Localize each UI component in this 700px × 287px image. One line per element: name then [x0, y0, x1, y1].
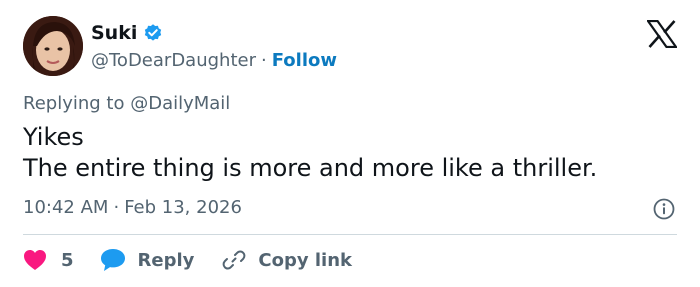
author-name-row: Suki — [91, 20, 163, 46]
divider — [23, 234, 677, 235]
like-count: 5 — [61, 249, 74, 271]
copy-link-label: Copy link — [258, 249, 352, 271]
timestamp-separator: · — [113, 197, 120, 218]
info-icon[interactable] — [653, 198, 675, 220]
copy-link-button[interactable]: Copy link — [222, 248, 352, 272]
tweet-date[interactable]: Feb 13, 2026 — [124, 197, 242, 218]
follow-button[interactable]: Follow — [272, 50, 337, 71]
reply-context: Replying to @DailyMail — [23, 93, 230, 114]
author-handle[interactable]: @ToDearDaughter — [91, 50, 256, 71]
author-handle-row: @ToDearDaughter · Follow — [91, 48, 337, 72]
like-button[interactable]: 5 — [23, 249, 74, 271]
reply-button[interactable]: Reply — [100, 248, 195, 272]
avatar[interactable] — [23, 16, 83, 76]
reply-label: Reply — [137, 249, 195, 271]
tweet-timestamp[interactable]: 10:42 AM · Feb 13, 2026 — [23, 197, 242, 218]
avatar-image — [23, 16, 83, 76]
reply-context-prefix: Replying to — [23, 93, 131, 114]
author-name[interactable]: Suki — [91, 22, 137, 44]
tweet-text: Yikes The entire thing is more and more … — [23, 123, 598, 182]
tweet-card: Suki @ToDearDaughter · Follow Replying t… — [0, 0, 700, 287]
link-icon — [222, 250, 246, 270]
x-logo-icon[interactable] — [645, 19, 679, 49]
action-bar: 5 Reply Copy link — [23, 247, 352, 273]
separator-dot: · — [260, 49, 267, 71]
verified-badge-icon — [143, 23, 163, 43]
heart-icon — [24, 250, 46, 270]
speech-bubble-icon — [100, 249, 125, 271]
reply-mention-link[interactable]: @DailyMail — [130, 93, 230, 114]
tweet-time[interactable]: 10:42 AM — [23, 197, 108, 218]
